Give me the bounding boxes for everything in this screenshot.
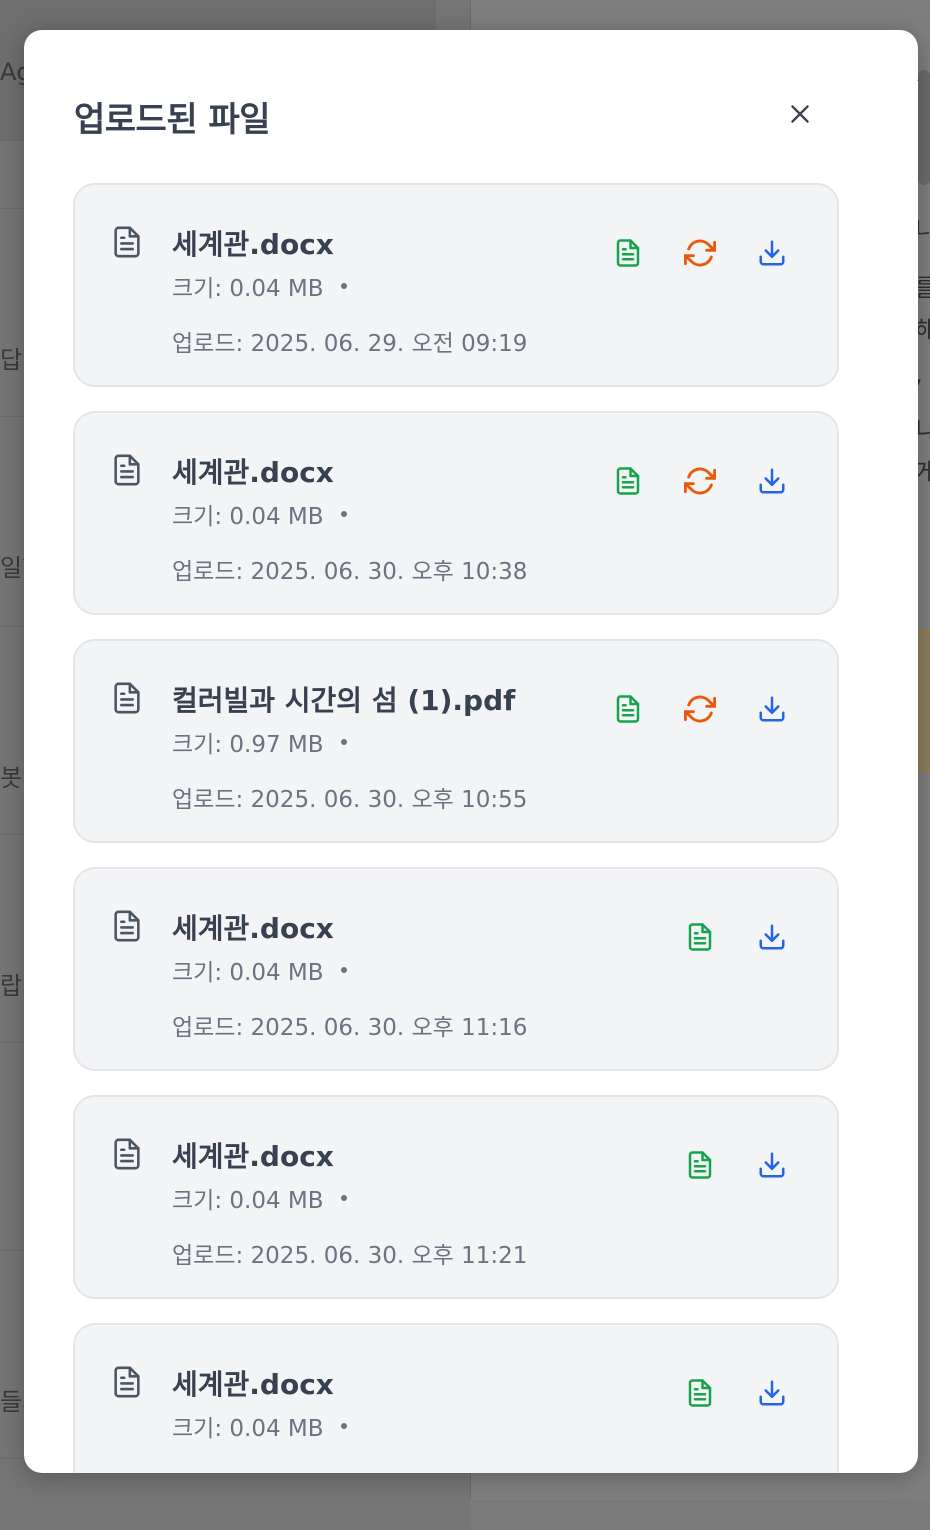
background-scrollbar — [918, 70, 930, 185]
view-button[interactable] — [610, 235, 646, 271]
reprocess-icon[interactable] — [684, 465, 716, 497]
reprocess-icon[interactable] — [684, 693, 716, 725]
file-card: 세계관.docx 크기: 0.04 MB 업로드: 2025. 06. 30. … — [73, 411, 839, 615]
reprocess-icon[interactable] — [684, 237, 716, 269]
scroll-up-icon[interactable] — [917, 68, 918, 81]
file-name: 세계관.docx — [172, 912, 334, 945]
background-text: 답 — [0, 346, 23, 374]
file-upload-date: 업로드: 2025. 06. 30. 오후 10:55 — [172, 787, 528, 813]
download-button[interactable] — [754, 463, 790, 499]
download-button[interactable] — [754, 691, 790, 727]
download-icon[interactable] — [757, 694, 787, 724]
file-name: 컬러빌과 시간의 섬 (1).pdf — [172, 684, 516, 717]
file-list: 세계관.docx 크기: 0.04 MB 업로드: 2025. 06. 29. … — [73, 183, 839, 1473]
download-icon[interactable] — [757, 238, 787, 268]
file-size: 크기: 0.04 MB — [172, 276, 324, 302]
view-icon[interactable] — [685, 1378, 715, 1408]
document-icon — [114, 1138, 140, 1170]
close-button[interactable] — [780, 94, 820, 134]
file-size: 크기: 0.97 MB — [172, 732, 324, 758]
file-card: 세계관.docx 크기: 0.04 MB 업로드: 2025. 06. 30. … — [73, 1095, 839, 1299]
file-upload-date: 업로드: 2025. 06. 30. 오후 11:21 — [172, 1243, 528, 1269]
separator-dot — [341, 511, 347, 517]
view-button[interactable] — [610, 691, 646, 727]
file-card: 세계관.docx 크기: 0.04 MB — [73, 1323, 839, 1473]
file-name: 세계관.docx — [172, 1140, 334, 1173]
document-icon — [114, 1366, 140, 1398]
file-upload-date: 업로드: 2025. 06. 29. 오전 09:19 — [172, 331, 528, 357]
download-icon[interactable] — [757, 466, 787, 496]
separator-dot — [341, 283, 347, 289]
download-button[interactable] — [754, 235, 790, 271]
background-highlight — [918, 628, 930, 773]
download-button[interactable] — [754, 1147, 790, 1183]
file-name: 세계관.docx — [172, 456, 334, 489]
reprocess-button[interactable] — [682, 463, 718, 499]
file-name: 세계관.docx — [172, 228, 334, 261]
separator-dot — [341, 739, 347, 745]
background-text: 봇 — [0, 764, 23, 792]
modal-title: 업로드된 파일 — [74, 100, 271, 140]
view-icon[interactable] — [613, 466, 643, 496]
view-icon[interactable] — [613, 694, 643, 724]
document-icon — [114, 910, 140, 942]
download-button[interactable] — [754, 919, 790, 955]
document-icon — [114, 226, 140, 258]
reprocess-button[interactable] — [682, 691, 718, 727]
download-icon[interactable] — [757, 1378, 787, 1408]
uploaded-files-modal: 업로드된 파일 세계관.docx 크기: 0.04 MB 업로드: 2025. … — [24, 30, 918, 1473]
download-icon[interactable] — [757, 1150, 787, 1180]
view-icon[interactable] — [613, 238, 643, 268]
view-button[interactable] — [682, 1375, 718, 1411]
document-icon — [114, 454, 140, 486]
file-card: 컬러빌과 시간의 섬 (1).pdf 크기: 0.97 MB 업로드: 2025… — [73, 639, 839, 843]
view-button[interactable] — [682, 1147, 718, 1183]
separator-dot — [341, 967, 347, 973]
file-size: 크기: 0.04 MB — [172, 960, 324, 986]
separator-dot — [341, 1195, 347, 1201]
file-size: 크기: 0.04 MB — [172, 504, 324, 530]
reprocess-button[interactable] — [682, 235, 718, 271]
download-button[interactable] — [754, 1375, 790, 1411]
view-button[interactable] — [610, 463, 646, 499]
document-icon — [114, 682, 140, 714]
separator-dot — [341, 1423, 347, 1429]
close-icon[interactable] — [787, 101, 813, 127]
view-icon[interactable] — [685, 1150, 715, 1180]
download-icon[interactable] — [757, 922, 787, 952]
file-upload-date: 업로드: 2025. 06. 30. 오후 10:38 — [172, 559, 528, 585]
file-size: 크기: 0.04 MB — [172, 1188, 324, 1214]
view-icon[interactable] — [685, 922, 715, 952]
file-name: 세계관.docx — [172, 1368, 334, 1401]
file-upload-date: 업로드: 2025. 06. 30. 오후 11:16 — [172, 1015, 528, 1041]
file-card: 세계관.docx 크기: 0.04 MB 업로드: 2025. 06. 29. … — [73, 183, 839, 387]
file-size: 크기: 0.04 MB — [172, 1416, 324, 1442]
view-button[interactable] — [682, 919, 718, 955]
file-card: 세계관.docx 크기: 0.04 MB 업로드: 2025. 06. 30. … — [73, 867, 839, 1071]
